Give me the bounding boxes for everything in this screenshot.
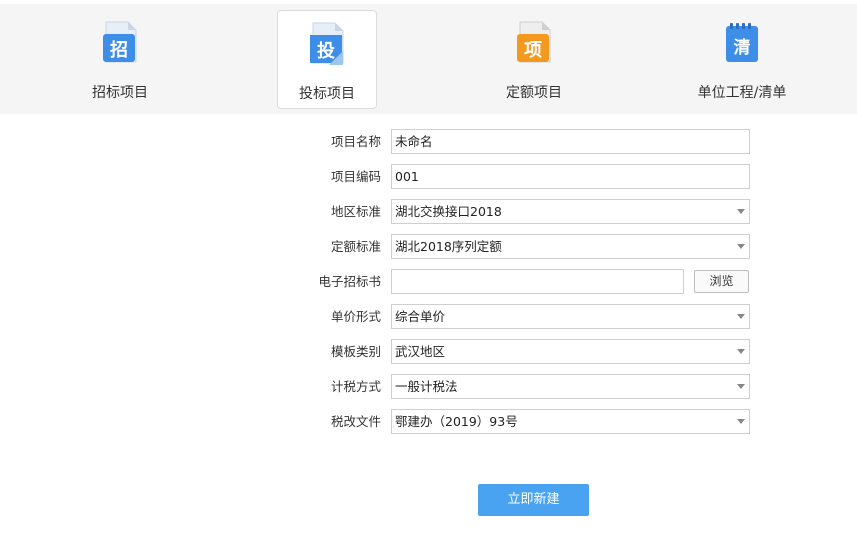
svg-text:投: 投 [317, 40, 335, 62]
tab-unit-project-list[interactable]: 清 单位工程/清单 [692, 10, 792, 109]
region-standard-select[interactable]: 湖北交换接口2018 [391, 199, 750, 224]
field-label: 单价形式 [330, 309, 381, 324]
bid-document-icon: 招 [103, 21, 137, 63]
quota-document-icon: 项 [517, 21, 551, 63]
select-value: 湖北交换接口2018 [395, 204, 502, 219]
chevron-down-icon[interactable] [737, 314, 745, 319]
project-name-input[interactable]: 未命名 [391, 129, 750, 154]
select-value: 综合单价 [395, 309, 446, 324]
svg-text:招: 招 [110, 39, 128, 61]
select-value: 一般计税法 [395, 379, 458, 394]
select-value: 武汉地区 [395, 344, 446, 359]
select-value: 湖北2018序列定额 [395, 239, 502, 254]
tab-quota-project[interactable]: 项 定额项目 [484, 10, 584, 109]
field-label: 项目名称 [330, 134, 381, 149]
svg-text:清: 清 [734, 37, 751, 58]
quota-standard-select[interactable]: 湖北2018序列定额 [391, 234, 750, 259]
project-code-input[interactable]: 001 [391, 164, 750, 189]
field-label: 模板类别 [330, 344, 381, 359]
chevron-down-icon[interactable] [737, 349, 745, 354]
tab-label: 定额项目 [506, 85, 562, 101]
tab-tender-project[interactable]: 投 投标项目 [277, 10, 377, 109]
tax-method-select[interactable]: 一般计税法 [391, 374, 750, 399]
field-label: 计税方式 [330, 379, 381, 394]
tab-label: 投标项目 [299, 86, 355, 102]
chevron-down-icon[interactable] [737, 419, 745, 424]
tax-reform-file-select[interactable]: 鄂建办（2019）93号 [391, 409, 750, 434]
tab-label: 单位工程/清单 [697, 85, 787, 101]
field-label: 项目编码 [330, 169, 381, 184]
browse-button[interactable]: 浏览 [694, 270, 749, 293]
field-label: 税改文件 [330, 414, 381, 429]
chevron-down-icon[interactable] [737, 209, 745, 214]
create-now-button[interactable]: 立即新建 [478, 484, 589, 516]
tab-bid-project[interactable]: 招 招标项目 [70, 10, 170, 109]
field-label: 定额标准 [330, 239, 381, 254]
chevron-down-icon[interactable] [737, 244, 745, 249]
select-value: 鄂建办（2019）93号 [395, 414, 518, 429]
unit-price-form-select[interactable]: 综合单价 [391, 304, 750, 329]
chevron-down-icon[interactable] [737, 384, 745, 389]
tender-document-icon: 投 [310, 22, 344, 65]
project-type-bar: 招 招标项目 投 投标项目 项 定额项目 清 单位工程/清单 [0, 4, 857, 114]
e-tender-file-input[interactable] [391, 269, 684, 294]
field-label: 电子招标书 [318, 274, 381, 289]
tab-label: 招标项目 [92, 85, 148, 101]
svg-text:项: 项 [524, 40, 542, 61]
field-label: 地区标准 [330, 204, 381, 219]
bill-notepad-icon: 清 [726, 23, 758, 62]
template-category-select[interactable]: 武汉地区 [391, 339, 750, 364]
